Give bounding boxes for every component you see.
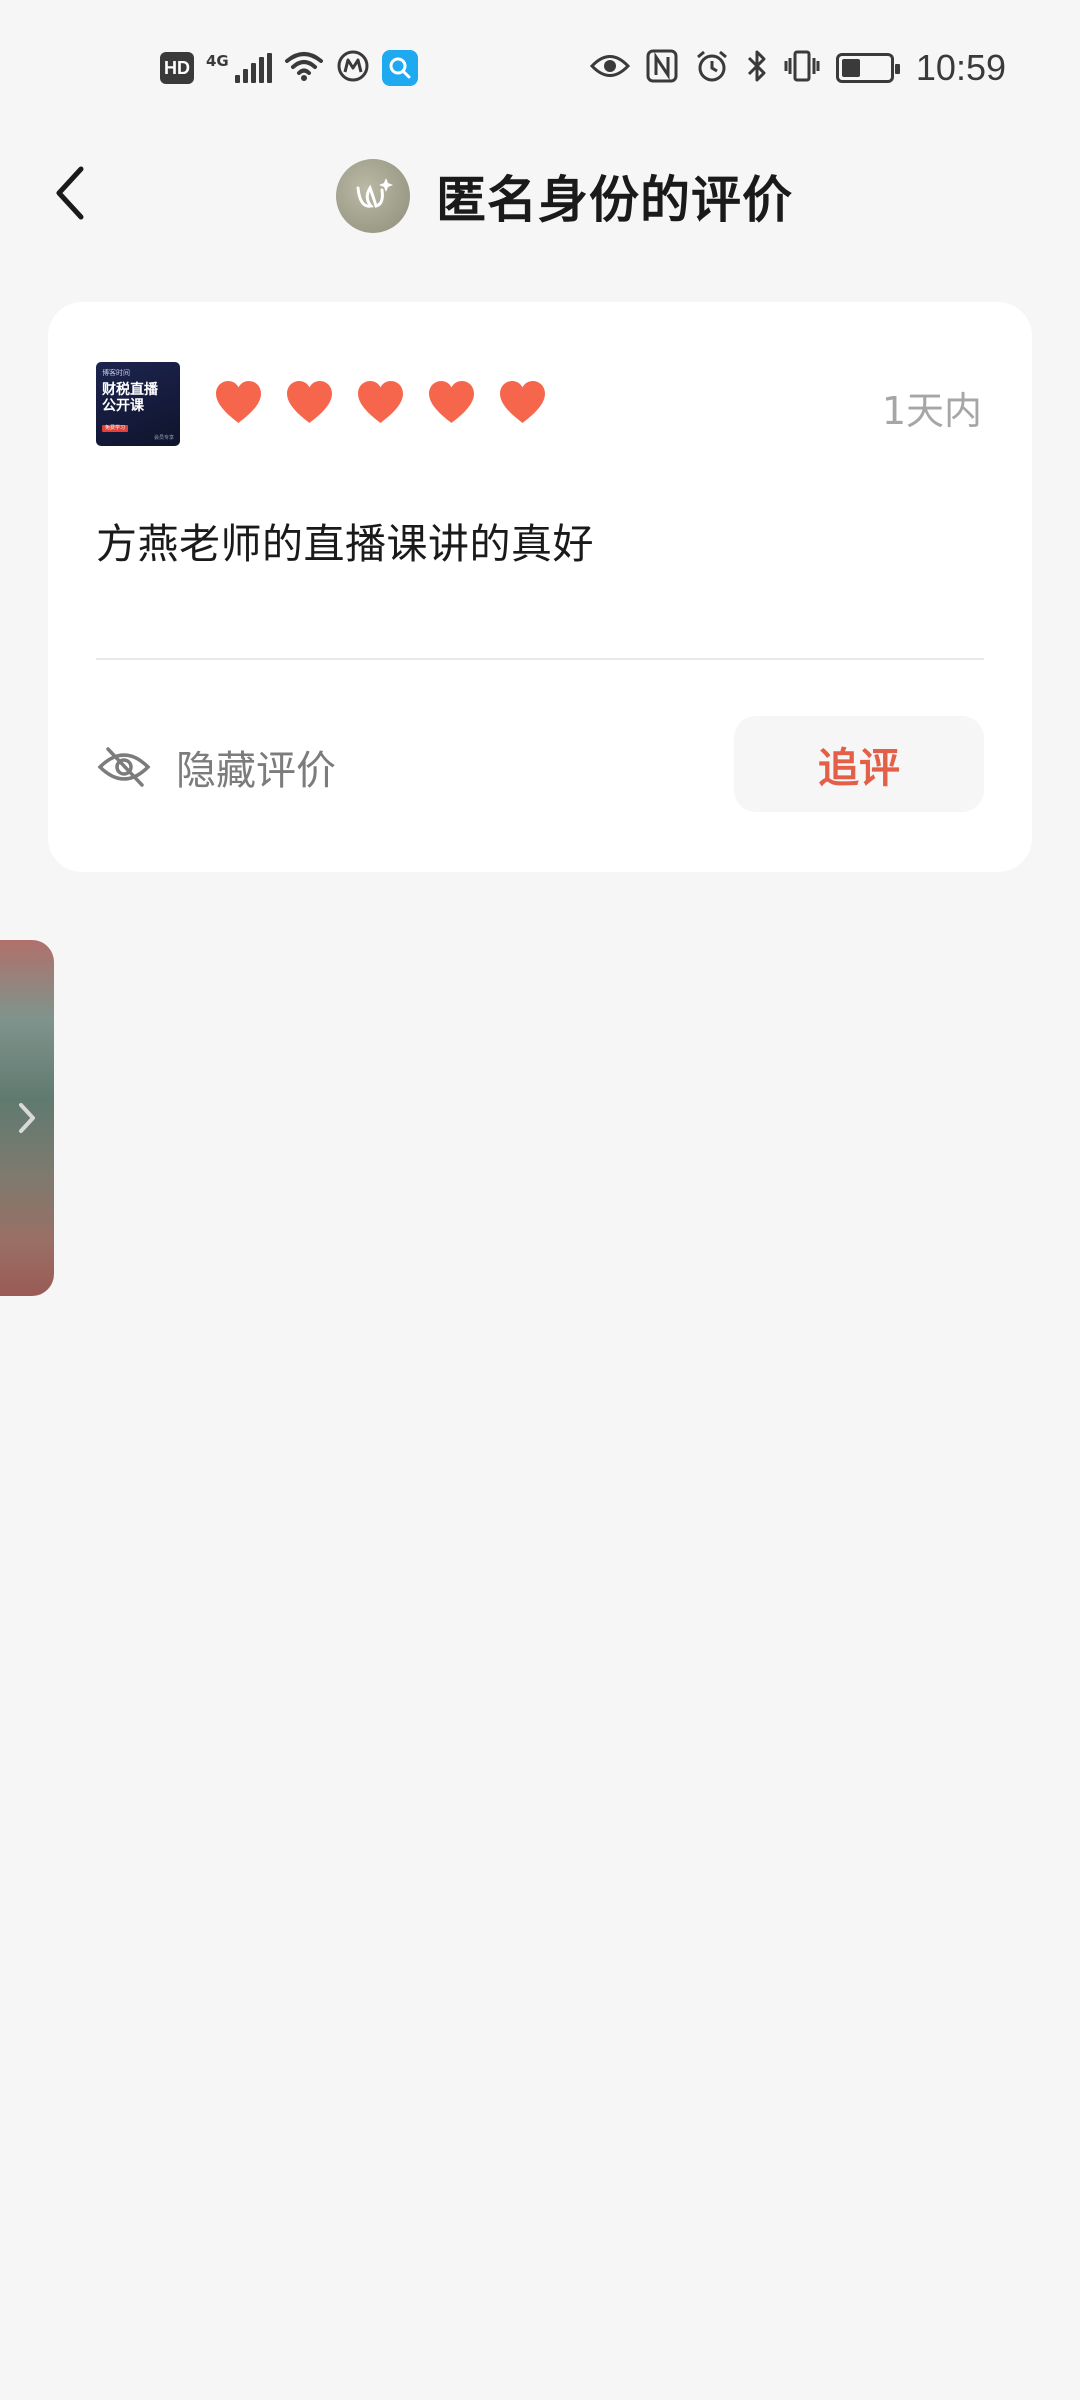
status-bar: HD 4G 10:59 bbox=[0, 0, 1080, 140]
anonymous-avatar bbox=[336, 159, 410, 233]
clock: 10:59 bbox=[915, 47, 1006, 88]
hide-review-label: 隐藏评价 bbox=[176, 748, 336, 794]
signal-icon bbox=[234, 53, 272, 83]
vibrate-icon bbox=[784, 49, 820, 87]
chevron-left-icon bbox=[56, 166, 84, 220]
eye-off-icon bbox=[97, 747, 151, 787]
chevron-right-icon bbox=[19, 1103, 35, 1133]
rating-hearts bbox=[214, 380, 547, 425]
heart-icon bbox=[358, 380, 403, 424]
battery-level bbox=[841, 59, 861, 77]
battery-icon bbox=[835, 53, 900, 83]
divider bbox=[96, 658, 984, 660]
back-button[interactable] bbox=[40, 158, 100, 228]
wifi-icon bbox=[284, 49, 324, 87]
course-thumbnail[interactable]: 博客时间 财税直播 公开课 免费学习 会员专享 bbox=[96, 362, 180, 446]
page-title: 匿名身份的评价 bbox=[436, 171, 793, 229]
thumbnail-tag: 免费学习 bbox=[102, 425, 129, 432]
nfc-icon bbox=[646, 49, 678, 87]
heart-icon bbox=[429, 380, 474, 424]
review-text: 方燕老师的直播课讲的真好 bbox=[96, 520, 594, 568]
review-card: 博客时间 财税直播 公开课 免费学习 会员专享 1天内 方燕老师的直播课讲的真好… bbox=[48, 302, 1032, 872]
follow-up-review-button[interactable]: 追评 bbox=[734, 716, 984, 812]
floating-side-tab[interactable] bbox=[0, 940, 54, 1296]
thumbnail-title-line1: 财税直播 bbox=[102, 382, 158, 398]
bluetooth-icon bbox=[746, 48, 768, 88]
eye-icon bbox=[589, 51, 630, 85]
metro-icon bbox=[336, 49, 370, 87]
title-group: 匿名身份的评价 bbox=[336, 148, 793, 244]
network-type-label: 4G bbox=[206, 52, 229, 70]
review-time: 1天内 bbox=[881, 389, 982, 433]
page: HD 4G 10:59 匿名身份的评价 博客时间 财税直播 公开课 免费学习 会… bbox=[0, 0, 1080, 2400]
alarm-icon bbox=[694, 49, 730, 87]
status-left: HD 4G bbox=[160, 46, 418, 90]
heart-icon bbox=[500, 380, 545, 424]
thumbnail-brand: 博客时间 bbox=[102, 369, 130, 377]
search-app-icon bbox=[381, 50, 418, 86]
status-right: 10:59 bbox=[589, 46, 1006, 90]
heart-icon bbox=[287, 380, 332, 424]
header: 匿名身份的评价 bbox=[0, 140, 1080, 250]
anonymous-butterfly-icon bbox=[356, 178, 393, 208]
thumbnail-title-line2: 公开课 bbox=[102, 398, 144, 414]
thumbnail-footer: 会员专享 bbox=[153, 435, 174, 441]
hide-review-button[interactable]: 隐藏评价 bbox=[96, 732, 336, 802]
hd-icon: HD bbox=[160, 52, 194, 84]
heart-icon bbox=[216, 380, 261, 424]
